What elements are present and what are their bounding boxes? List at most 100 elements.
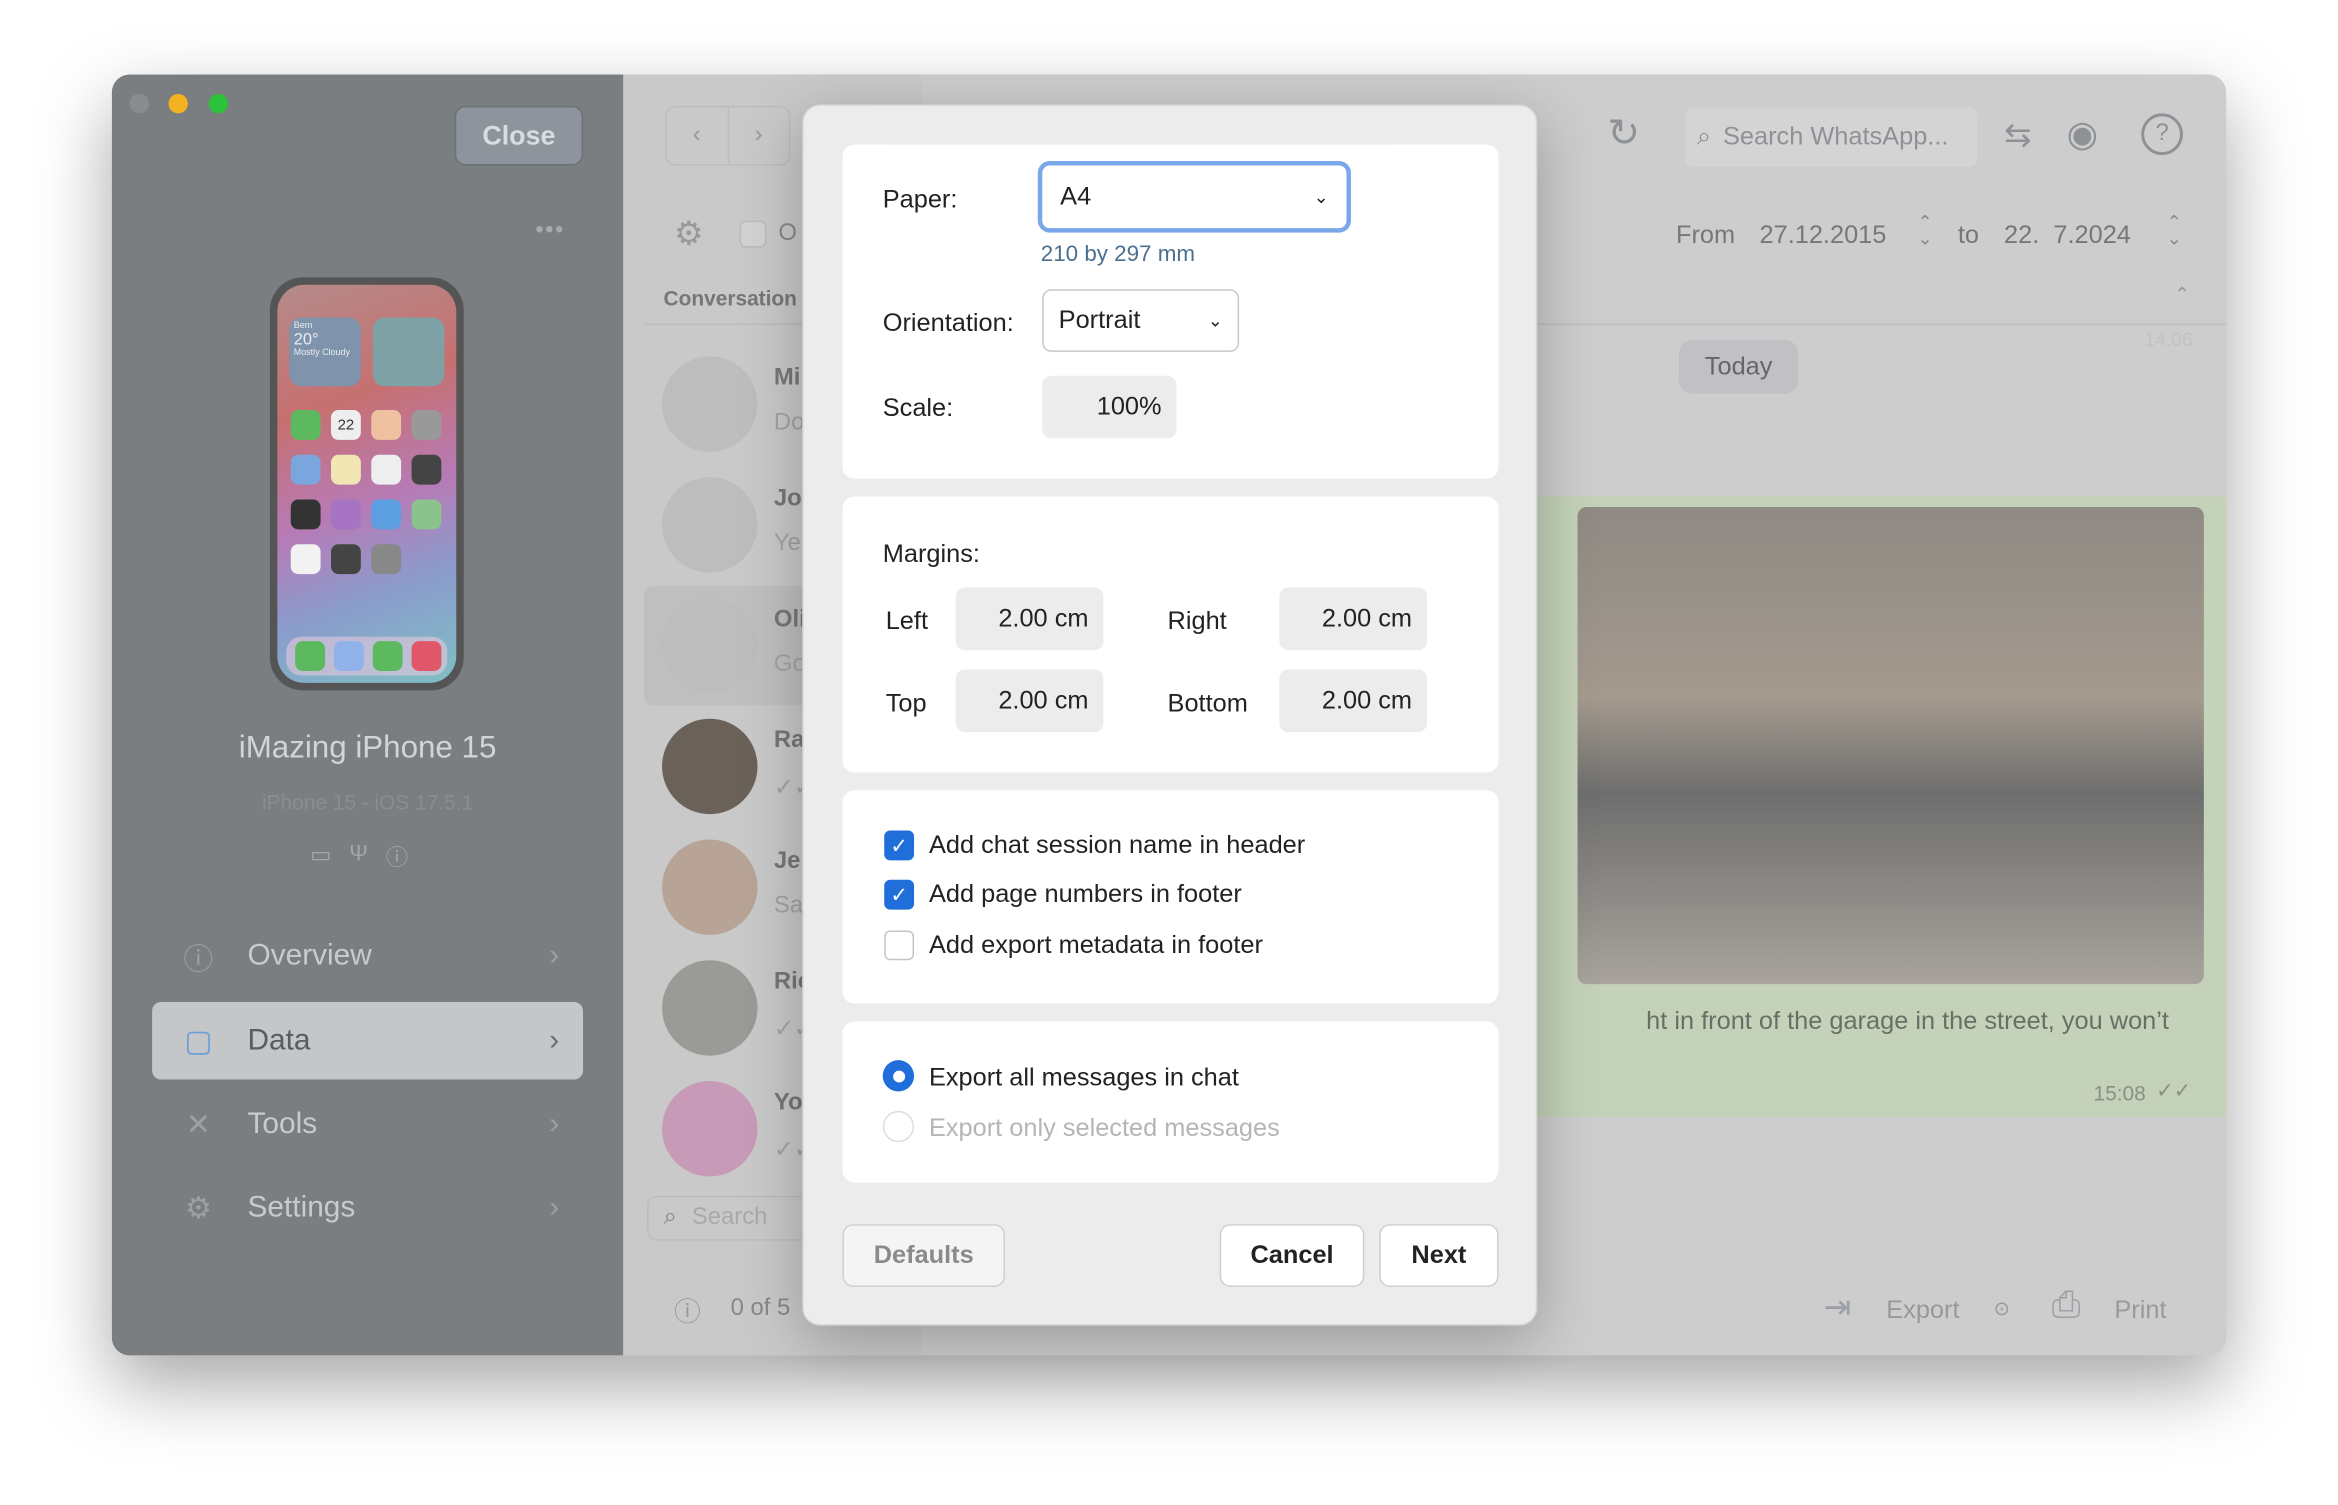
gear-icon: ⚙ [184, 1192, 212, 1225]
message-photo[interactable] [1577, 506, 2204, 985]
left-margin-input[interactable]: 2.00 cm [955, 587, 1104, 651]
export-icon[interactable]: ⇥ [1824, 1288, 1851, 1327]
today-date-pill: Today [1678, 339, 1799, 394]
refresh-icon[interactable]: ↻ [1607, 110, 1640, 156]
close-button[interactable]: Close [454, 105, 584, 166]
battery-icon: ▭ [310, 842, 332, 868]
export-selected-radio[interactable] [882, 1110, 915, 1143]
to-date-stepper[interactable]: ⌃ ⌄ [2167, 213, 2182, 248]
tools-icon: ✕ [185, 1108, 211, 1142]
help-icon[interactable]: ? [2141, 113, 2183, 156]
left-margin-label: Left [885, 606, 929, 636]
selection-count: 0 of 5 [730, 1295, 791, 1322]
orientation-label: Orientation: [882, 308, 1014, 337]
avatar [662, 839, 758, 935]
from-label: From [1675, 220, 1736, 250]
sidebar-item-settings[interactable]: ⚙ Settings › [152, 1169, 583, 1247]
from-date-stepper[interactable]: ⌃ ⌄ [1918, 213, 1933, 248]
top-margin-input[interactable]: 2.00 cm [955, 669, 1104, 733]
chevron-right-icon: › [549, 1023, 560, 1057]
avatar [662, 477, 758, 573]
conversation-name: Je [773, 848, 801, 874]
widget-temp: 20° [293, 331, 319, 349]
device-name: iMazing iPhone 15 [238, 730, 497, 765]
window-zoom-dot[interactable] [208, 93, 229, 114]
device-subtitle: iPhone 15 - iOS 17.5.1 [261, 790, 474, 815]
back-button[interactable]: ‹ [667, 107, 729, 165]
window-close-dot[interactable] [129, 93, 150, 114]
select-all-label: O [778, 220, 797, 247]
select-all-checkbox[interactable] [739, 220, 767, 248]
defaults-button[interactable]: Defaults [842, 1224, 1006, 1287]
export-button[interactable]: Export [1886, 1296, 1959, 1326]
paper-select[interactable]: A4 ⌄ [1037, 161, 1351, 233]
info-icon[interactable]: ⓘ [674, 1291, 701, 1330]
search-icon: ⌕ [663, 1204, 677, 1231]
search-placeholder: Search [691, 1204, 768, 1231]
paper-value: A4 [1060, 181, 1092, 211]
cancel-button[interactable]: Cancel [1219, 1224, 1365, 1287]
more-options-icon[interactable]: ••• [535, 218, 565, 245]
top-margin-label: Top [885, 688, 927, 718]
chevron-down-icon: ⌄ [1207, 310, 1223, 332]
sidebar-item-data[interactable]: ▢ Data › [152, 1002, 584, 1080]
device-image: Bern 20° Mostly Cloudy 22 [269, 277, 464, 691]
sidebar-item-label: Overview [247, 938, 372, 972]
chevron-right-icon: › [549, 1107, 560, 1140]
swap-icon[interactable]: ⇆ [2004, 116, 2031, 155]
right-margin-input[interactable]: 2.00 cm [1279, 587, 1427, 651]
sidebar-item-overview[interactable]: ⓘ Overview › [152, 917, 583, 995]
conversation-name: Mi [773, 365, 801, 391]
conversation-column-header[interactable]: Conversation [664, 286, 797, 310]
sidebar-item-label: Data [247, 1023, 311, 1057]
info-icon[interactable]: ⓘ [386, 841, 408, 872]
orientation-select[interactable]: Portrait ⌄ [1042, 289, 1240, 352]
print-button[interactable]: Print [2114, 1296, 2166, 1326]
from-date-field[interactable]: 27.12.2015 [1759, 221, 1886, 251]
forward-button[interactable]: › [728, 107, 788, 164]
sidebar-item-tools[interactable]: ✕ Tools › [152, 1086, 583, 1164]
conversation-preview: Ye [773, 530, 801, 557]
widget-city: Bern [293, 322, 313, 332]
scale-label: Scale: [882, 393, 954, 422]
export-selected-label: Export only selected messages [928, 1113, 1280, 1143]
usb-icon: Ψ [349, 840, 368, 867]
message-bubble: ht in front of the garage in the street,… [1517, 496, 2227, 1117]
chevron-right-icon: › [549, 1190, 560, 1224]
device-sidebar: Close ••• Bern 20° Mostly Cloudy 22 iMaz… [111, 74, 624, 1356]
read-receipt-icon: ✓✓ [2156, 1078, 2192, 1102]
export-all-label: Export all messages in chat [928, 1063, 1239, 1092]
bottom-margin-label: Bottom [1167, 688, 1248, 718]
avatar [662, 597, 758, 694]
page-numbers-label: Add page numbers in footer [928, 879, 1242, 909]
to-date-field[interactable]: 22. 7.2024 [2004, 221, 2131, 251]
export-metadata-checkbox[interactable] [884, 930, 915, 961]
to-label: to [1957, 220, 1979, 250]
message-scope-section: Export all messages in chat Export only … [842, 1021, 1499, 1183]
export-all-radio[interactable] [882, 1060, 915, 1092]
printer-icon[interactable]: ⎙ [2052, 1285, 2081, 1327]
chat-name-header-checkbox[interactable]: ✓ [884, 830, 915, 861]
export-metadata-label: Add export metadata in footer [928, 930, 1263, 959]
bottom-margin-input[interactable]: 2.00 cm [1279, 669, 1427, 733]
conversation-preview: Do [773, 410, 805, 436]
page-numbers-checkbox[interactable]: ✓ [884, 879, 915, 910]
gear-icon[interactable]: ⚙ [674, 215, 703, 254]
paper-label: Paper: [882, 184, 958, 214]
header-footer-options: ✓ Add chat session name in header ✓ Add … [842, 790, 1499, 1004]
whatsapp-search-input[interactable]: ⌕ Search WhatsApp... [1684, 107, 1978, 168]
account-icon[interactable]: ◉ [2067, 113, 2098, 156]
export-options-icon[interactable]: ⊙ [1994, 1297, 2010, 1321]
scale-input[interactable]: 100% [1042, 375, 1177, 439]
message-text: ht in front of the garage in the street,… [1646, 1006, 2169, 1035]
faded-timestamp: 14:06 [2144, 328, 2193, 351]
collapse-chevron-icon[interactable]: ⌃ [2174, 283, 2190, 307]
next-button[interactable]: Next [1379, 1224, 1499, 1287]
margins-section: Margins: Left 2.00 cm Right 2.00 cm Top … [842, 496, 1499, 773]
print-settings-dialog: Paper: A4 ⌄ 210 by 297 mm Orientation: P… [802, 104, 1538, 1326]
window-minimize-dot[interactable] [168, 93, 188, 114]
square-icon: ▢ [184, 1025, 213, 1058]
paper-size-note: 210 by 297 mm [1040, 241, 1195, 267]
margins-label: Margins: [882, 539, 980, 569]
message-time: 15:08 [2093, 1081, 2146, 1105]
